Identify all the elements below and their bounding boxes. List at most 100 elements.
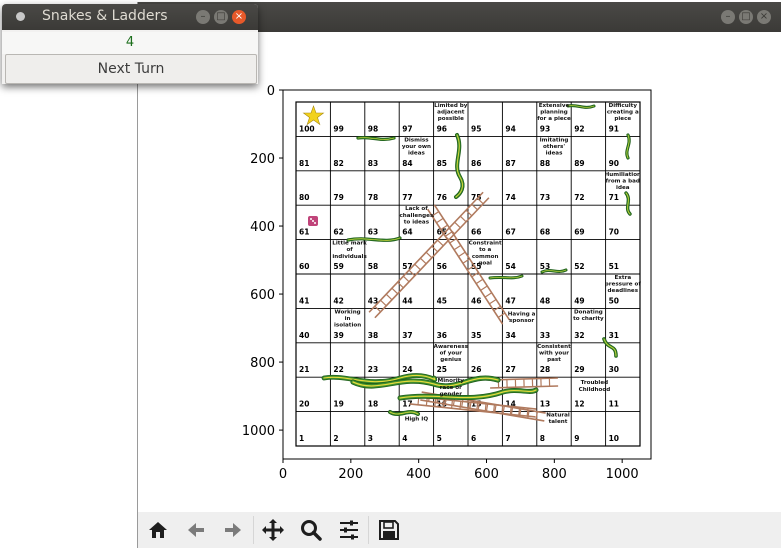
square-number: 54 [505,262,515,271]
x-tick-label: 600 [474,467,499,482]
square-number: 92 [574,124,584,133]
note-text: Constraint [469,241,502,247]
board-image: 100 99 98 97 96 95 94 93 92 9181 82 83 84 85 86 87 88 89 9… [295,101,641,447]
note-text: talent [549,419,568,425]
note-text: Working [334,309,360,315]
square-number: 32 [574,331,584,340]
square-number: 34 [505,331,515,340]
square-number: 51 [609,262,619,271]
square-number: 3 [368,434,373,443]
square-number: 76 [437,193,447,202]
maximize-icon[interactable]: □ [214,10,228,24]
next-turn-button[interactable]: Next Turn [5,54,257,84]
square-number: 99 [333,124,343,133]
square-number: 8 [540,434,545,443]
home-icon[interactable] [143,516,173,544]
square-number: 12 [574,400,584,409]
y-tick-label: 1000 [242,424,275,439]
note-text: Awareness [434,344,469,350]
note-text: to ideas [404,219,430,225]
note-text: of [346,247,353,253]
square-number: 60 [299,262,309,271]
close-icon[interactable]: × [757,10,771,24]
square-number: 68 [540,228,550,237]
maximize-icon[interactable]: □ [739,10,753,24]
note-text: others' [543,144,565,150]
note-text: ideas [408,151,425,157]
note-text: in [345,316,351,322]
square-number: 28 [540,365,550,374]
note-text: Donating [574,309,603,315]
square-number: 83 [368,159,378,168]
magnifier-icon[interactable] [296,516,326,544]
square-number: 24 [402,365,412,374]
sliders-icon[interactable] [334,516,364,544]
square-number: 95 [471,124,481,133]
x-tick-label: 400 [406,467,431,482]
x-tick-label: 200 [338,467,363,482]
square-number: 1 [299,434,304,443]
arrow-right-icon[interactable] [218,516,248,544]
square-number: 78 [368,193,378,202]
y-axis: 0 200 400 600 800 1000 [242,84,283,439]
square-number: 90 [609,159,619,168]
note-text: idea [616,185,630,191]
note-text: piece [614,116,631,122]
square-number: 33 [540,331,550,340]
square-number: 37 [402,331,412,340]
square-number: 11 [609,400,619,409]
note-text: possible [438,116,464,122]
note-text: challenges [399,213,433,219]
plot-canvas: 0 200 400 600 800 1000 0 200 400 600 800 1000 100 9… [138,32,781,512]
square-number: 88 [540,159,550,168]
square-number: 63 [368,228,378,237]
floppy-icon[interactable] [374,516,404,544]
square-number: 23 [368,365,378,374]
square-number: 13 [540,400,550,409]
minimize-icon[interactable]: – [721,10,735,24]
square-number: 77 [402,193,412,202]
square-number: 50 [609,296,619,305]
square-number: 48 [540,296,550,305]
square-number: 59 [333,262,343,271]
note-text: individuals [332,254,367,260]
matplotlib-toolbar [138,512,781,548]
square-number: 52 [574,262,584,271]
app-icon [16,12,25,21]
square-number: 49 [574,296,584,305]
close-icon[interactable]: × [232,10,246,24]
square-number: 64 [402,228,412,237]
move-icon[interactable] [258,516,288,544]
note-text: race or [440,385,462,391]
square-number: 42 [333,296,343,305]
note-text: Natural [546,413,570,419]
y-tick-label: 0 [267,84,275,99]
note-text: Consistent [537,344,571,350]
square-number: 9 [574,434,579,443]
square-number: 25 [437,365,447,374]
square-number: 31 [609,331,619,340]
square-number: 56 [437,262,447,271]
minimize-icon[interactable]: – [196,10,210,24]
square-number: 69 [574,228,584,237]
square-number: 70 [609,228,619,237]
note-text: Minority [438,378,465,384]
note-text: creating a [607,110,639,116]
note-text: Imitating [540,137,569,143]
arrow-left-icon[interactable] [181,516,211,544]
square-number: 87 [505,159,515,168]
square-number: 84 [402,159,412,168]
note-text: genius [440,357,462,363]
note-text: Little mark [332,241,367,247]
square-number: 97 [402,124,412,133]
square-number: 61 [299,228,309,237]
note-text: adjacent [437,110,465,116]
square-number: 67 [505,228,515,237]
x-tick-label: 800 [542,467,567,482]
note-text: for a piece [537,116,571,122]
note-text: to charity [573,316,604,322]
square-number: 27 [505,365,515,374]
note-text: from a bad [606,178,640,184]
note-text: High IQ [405,417,429,423]
note-text: Extra [614,275,631,281]
